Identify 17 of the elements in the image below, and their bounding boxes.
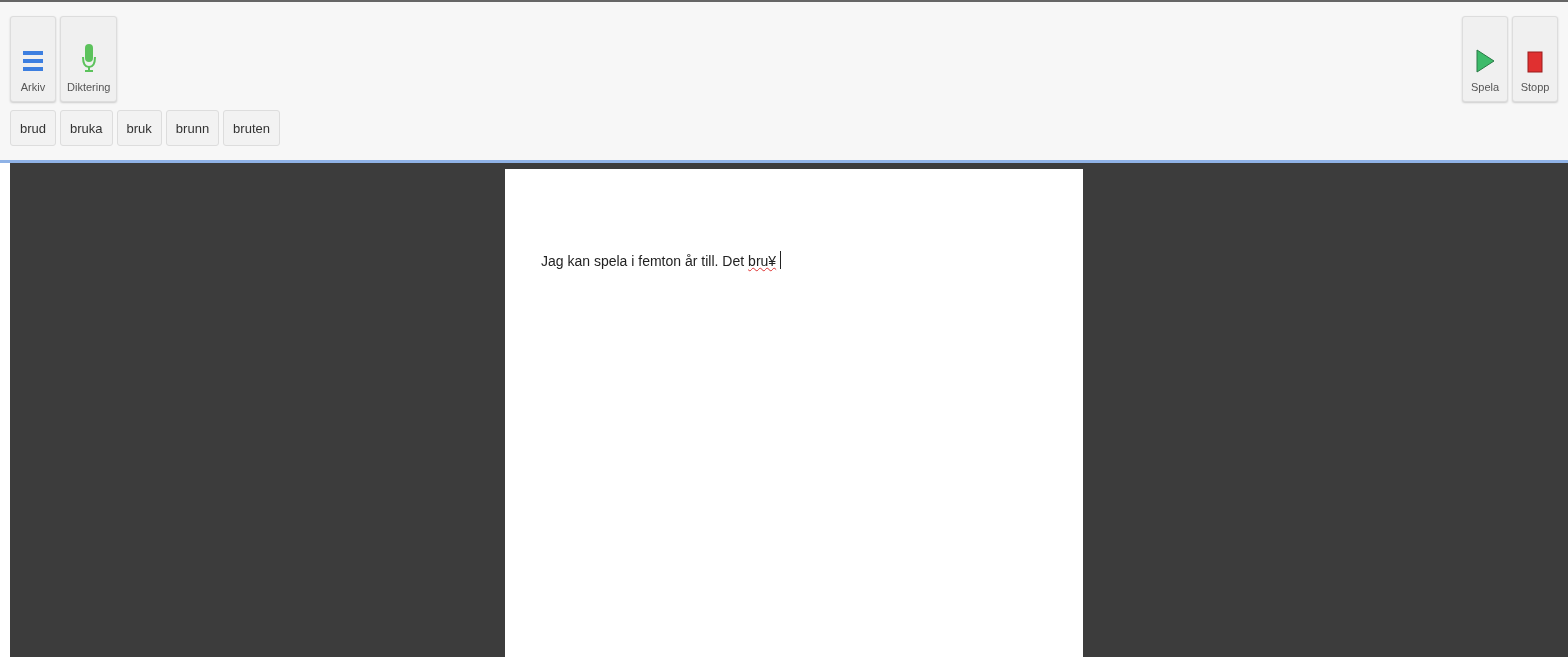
stop-icon <box>1527 51 1543 73</box>
document-page[interactable]: Jag kan spela i femton år till. Det bru¥ <box>505 169 1083 657</box>
menu-icon <box>22 49 44 73</box>
document-text: Jag kan spela i femton år till. Det <box>541 253 745 269</box>
menu-button[interactable]: Arkiv <box>10 16 56 102</box>
suggestion-button[interactable]: bruk <box>116 110 162 146</box>
stop-button[interactable]: Stopp <box>1512 16 1558 102</box>
suggestion-button[interactable]: bruka <box>60 110 113 146</box>
play-button[interactable]: Spela <box>1462 16 1508 102</box>
suggestion-button[interactable]: bruten <box>223 110 280 146</box>
play-icon <box>1475 49 1495 73</box>
dictation-button[interactable]: Diktering <box>60 16 118 102</box>
suggestion-button[interactable]: brunn <box>165 110 220 146</box>
text-cursor <box>780 251 782 269</box>
microphone-icon <box>80 43 97 73</box>
misspelled-word: bru¥ <box>748 253 777 269</box>
suggestion-button[interactable]: brud <box>10 110 57 146</box>
